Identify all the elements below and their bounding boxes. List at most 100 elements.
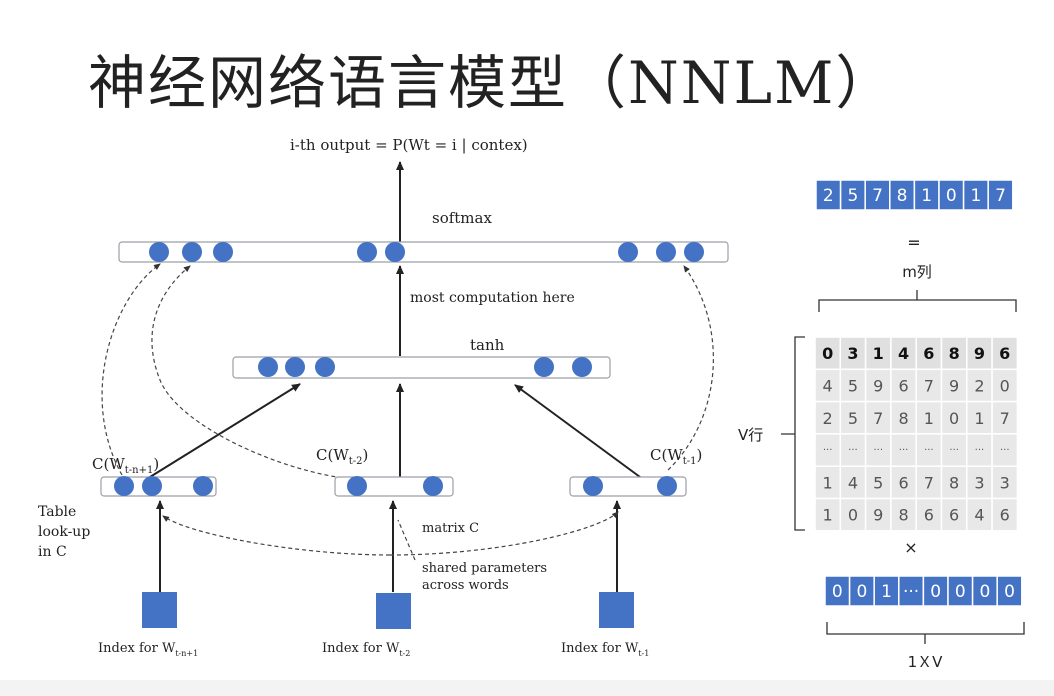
tanh-node [315,357,335,377]
softmax-label: softmax [432,209,492,227]
matrix-cell-value: 7 [924,376,934,395]
tanh-label: tanh [470,336,505,354]
softmax-node [213,242,233,262]
embedding-node [657,476,677,496]
matrix-cell-value: ··· [949,445,959,456]
matrix-cell-value: 6 [1000,506,1010,525]
embedding-matrix: 0 3 1 4 6 8 9 64 5 9 6 7 9 2 02 5 7 8 1 0 1 7··· ··· ··· ··· ··· ·… [814,336,1019,532]
matrix-cell-value: 4 [974,506,984,525]
nnlm-diagram: i-th output = P(Wt = i | contex) softmax… [38,136,1025,671]
matrix-cell-value: 1 [873,344,884,363]
embedding-node [423,476,443,496]
matrix-cell-value: 8 [949,344,960,363]
matrix-cell-value: 0 [1000,376,1010,395]
matrix-cell-value: 5 [873,473,883,492]
softmax-node [149,242,169,262]
one-hot-brace [826,622,1025,644]
embedding-node [142,476,162,496]
embed-right-to-tanh-arrow [514,384,641,478]
index-box-right [599,592,634,628]
matrix-cell-value: 9 [949,376,959,395]
tanh-node [534,357,554,377]
index-label-right: Index for Wt-1 [561,641,649,658]
softmax-node [357,242,377,262]
index-label-left: Index for Wt-n+1 [98,641,198,658]
vector-cell-value: 8 [897,186,908,206]
matrix-cell-value: 9 [974,344,985,363]
matrix-cell-value: 4 [823,376,833,395]
matrix-cell-value: 5 [848,376,858,395]
vector-cell-value: ··· [903,582,919,602]
c-label-middle: C(Wt-2) [316,446,368,467]
vector-cell-value: 0 [930,582,941,602]
vector-cell-value: 5 [847,186,858,206]
output-label: i-th output = P(Wt = i | contex) [290,136,528,154]
skip-connection-dashed [101,263,161,476]
tanh-node [258,357,278,377]
matrix-cell-value: 1 [823,473,833,492]
embedding-node [583,476,603,496]
tanh-node [285,357,305,377]
matrix-cell-value: 6 [923,344,934,363]
m-columns-label: m列 [902,263,932,281]
vector-cell-value: 0 [856,582,867,602]
embedding-node [193,476,213,496]
c-label-right: C(Wt-1) [650,446,702,467]
embedding-vector-top: 25781017 [815,179,1014,211]
shared-parameters-label: shared parameters across words [422,561,551,593]
matrix-cell-value: 3 [974,473,984,492]
index-box-middle [376,593,411,629]
matrix-pointer [397,519,416,561]
shared-matrix-dashed-arc [162,515,391,556]
dimension-label: 1ＸV [908,653,944,671]
matrix-cell-value: 7 [1000,409,1010,428]
vector-cell-value: 0 [1004,582,1015,602]
matrix-cell-value: 8 [949,473,959,492]
matrix-cell-value: 1 [974,409,984,428]
matrix-cell-value: ··· [1000,445,1010,456]
matrix-cell-value: 5 [848,409,858,428]
vector-cell-value: 1 [921,186,932,206]
one-hot-vector: 0 0 1 ··· 0 0 0 0 [824,575,1023,607]
vector-cell-value: 1 [881,582,892,602]
matrix-cell-value: 4 [848,473,858,492]
vector-cell-value: 7 [995,186,1006,206]
embedding-node [114,476,134,496]
matrix-cell-value: 3 [847,344,858,363]
matrix-cell-value: ··· [873,445,883,456]
slide: 神经网络语言模型（NNLM） i-th output = P(Wt = i | … [0,0,1054,696]
m-columns-brace [818,290,1017,312]
matrix-cell-value: 0 [949,409,959,428]
lookup-label: Table look-up in C [38,504,95,560]
matrix-cell-value: 4 [898,344,909,363]
matrix-cell-value: 1 [823,506,833,525]
vector-cell-value: 0 [955,582,966,602]
matrix-cell-value: 0 [848,506,858,525]
softmax-node [385,242,405,262]
matrix-cell-value: 3 [1000,473,1010,492]
matrix-cell-value: 6 [949,506,959,525]
matrix-cell-value: 8 [898,506,908,525]
c-label-left: C(Wt-n+1) [92,455,159,476]
matrix-cell-value: 9 [873,506,883,525]
matrix-cell-value: ··· [924,445,934,456]
matrix-cell-value: 6 [898,376,908,395]
times-sign: × [904,538,917,557]
matrix-cell-value: ··· [975,445,985,456]
softmax-node [656,242,676,262]
matrix-c-label: matrix C [422,521,479,536]
vector-cell-value: 0 [832,582,843,602]
embed-left-to-tanh-arrow [149,383,301,478]
slide-footer-band [0,680,1054,696]
matrix-cell-value: 2 [823,409,833,428]
equals-sign: = [907,233,920,252]
tanh-node [572,357,592,377]
embedding-node [347,476,367,496]
matrix-cell-value: 8 [898,409,908,428]
vector-cell-value: 7 [872,186,883,206]
matrix-cell-value: 6 [898,473,908,492]
matrix-cell-value: 6 [999,344,1010,363]
matrix-cell-value: 1 [924,409,934,428]
v-rows-label: V行 [738,426,763,444]
matrix-cell-value: ··· [823,445,833,456]
